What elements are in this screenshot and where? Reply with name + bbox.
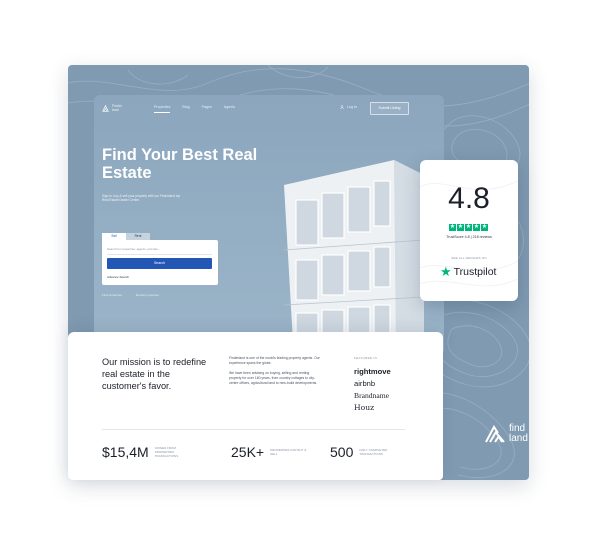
brand-brandname: Brandname <box>354 391 390 400</box>
nav-link-agents[interactable]: Agents <box>224 105 235 113</box>
submit-listing-button[interactable]: Submit Listing <box>370 102 409 115</box>
corner-logo: find land <box>484 424 539 444</box>
stat-value: 25K+ <box>231 444 265 460</box>
stat-value: $15,4M <box>102 444 149 460</box>
trustpilot-score: TrustScore 4.8 | 218 reviews <box>446 235 492 239</box>
star-icon: ★ <box>473 224 480 231</box>
corner-logo-text: find land <box>509 423 528 444</box>
star-icon: ★ <box>457 224 464 231</box>
hero-links: Find properties Rental properties <box>102 293 159 297</box>
site-logo[interactable]: Findor land <box>102 104 126 112</box>
hero-subtitle: Sign in, buy & sell your property with o… <box>102 194 181 203</box>
search-tabs: Sell Rent <box>102 233 218 240</box>
stat-value: 500 <box>330 444 354 460</box>
tab-rent[interactable]: Rent <box>126 233 150 240</box>
trustpilot-logo[interactable]: ★ Trustpilot <box>440 265 496 278</box>
stat-label: OWNED FROM PROPERTIES TRANSACTIONS <box>154 445 179 459</box>
section-divider <box>102 429 405 430</box>
trustpilot-wordmark: Trustpilot <box>453 265 497 278</box>
stat-properties: 25K+ PROPERTIES FOR BUY & SELL <box>231 444 310 460</box>
brand-mark-icon <box>485 425 505 443</box>
rental-properties-link[interactable]: Rental properties <box>136 293 159 297</box>
mission-description: Finderland is one of the world's leading… <box>229 356 321 391</box>
mission-section: Our mission is to redefine real estate i… <box>68 332 443 480</box>
stat-daily-transactions: 500 DAILY COMPLETED TRANSACTIONS <box>330 444 399 460</box>
brand-houz: Houz <box>354 403 375 412</box>
see-all-reviews-label: SEE ALL REVIEWS ON <box>451 256 487 260</box>
nav-link-properties[interactable]: Properties <box>154 105 171 113</box>
brand-airbnb: airbnb <box>354 379 376 388</box>
search-button[interactable]: Search <box>107 258 212 269</box>
featured-label: FEATURED IN <box>354 356 378 360</box>
tab-sell[interactable]: Sell <box>102 233 126 240</box>
user-icon <box>340 105 344 109</box>
logo-text: Findor land <box>112 104 122 112</box>
mission-paragraph: We have been advising on buying, selling… <box>229 371 318 385</box>
stat-transactions-value: $15,4M OWNED FROM PROPERTIES TRANSACTION… <box>102 444 195 460</box>
stat-label: DAILY COMPLETED TRANSACTIONS <box>359 447 388 456</box>
login-label: Log In <box>347 105 357 109</box>
website-screenshot: Findor land Properties Blog Pages Agents… <box>94 95 444 355</box>
search-panel: Search for properties, agents, pincode..… <box>102 240 218 285</box>
trustpilot-star-icon: ★ <box>440 264 452 279</box>
find-properties-link[interactable]: Find properties <box>102 293 122 297</box>
search-widget: Sell Rent Search for properties, agents,… <box>102 233 218 285</box>
stat-label: PROPERTIES FOR BUY & SELL <box>270 447 307 456</box>
featured-brands: FEATURED IN rightmove airbnb Brandname H… <box>354 356 391 414</box>
nav-link-pages[interactable]: Pages <box>202 105 212 113</box>
mission-paragraph: Finderland is one of the world's leading… <box>229 356 320 365</box>
nav-links: Properties Blog Pages Agents <box>154 105 235 113</box>
trustpilot-stars: ★ ★ ★ ★ ★ <box>449 224 488 231</box>
trustpilot-card: 4.8 ★ ★ ★ ★ ★ TrustScore 4.8 | 218 revie… <box>420 160 518 301</box>
nav-link-blog[interactable]: Blog <box>182 105 189 113</box>
trustpilot-rating: 4.8 <box>448 182 490 215</box>
star-icon: ★ <box>465 224 472 231</box>
hero-title: Find Your Best Real Estate <box>102 146 258 182</box>
star-icon: ★ <box>449 224 456 231</box>
mission-title: Our mission is to redefine real estate i… <box>102 357 207 391</box>
building-photo <box>283 160 425 355</box>
top-navigation: Findor land Properties Blog Pages Agents… <box>94 95 444 121</box>
logo-icon <box>102 104 109 112</box>
brand-rightmove: rightmove <box>354 367 391 376</box>
search-input[interactable]: Search for properties, agents, pincode..… <box>107 246 212 253</box>
star-icon: ★ <box>481 224 488 231</box>
login-link[interactable]: Log In <box>340 105 357 109</box>
search-input-underline <box>107 254 212 255</box>
advanced-search-link[interactable]: Advance Search <box>107 275 129 279</box>
